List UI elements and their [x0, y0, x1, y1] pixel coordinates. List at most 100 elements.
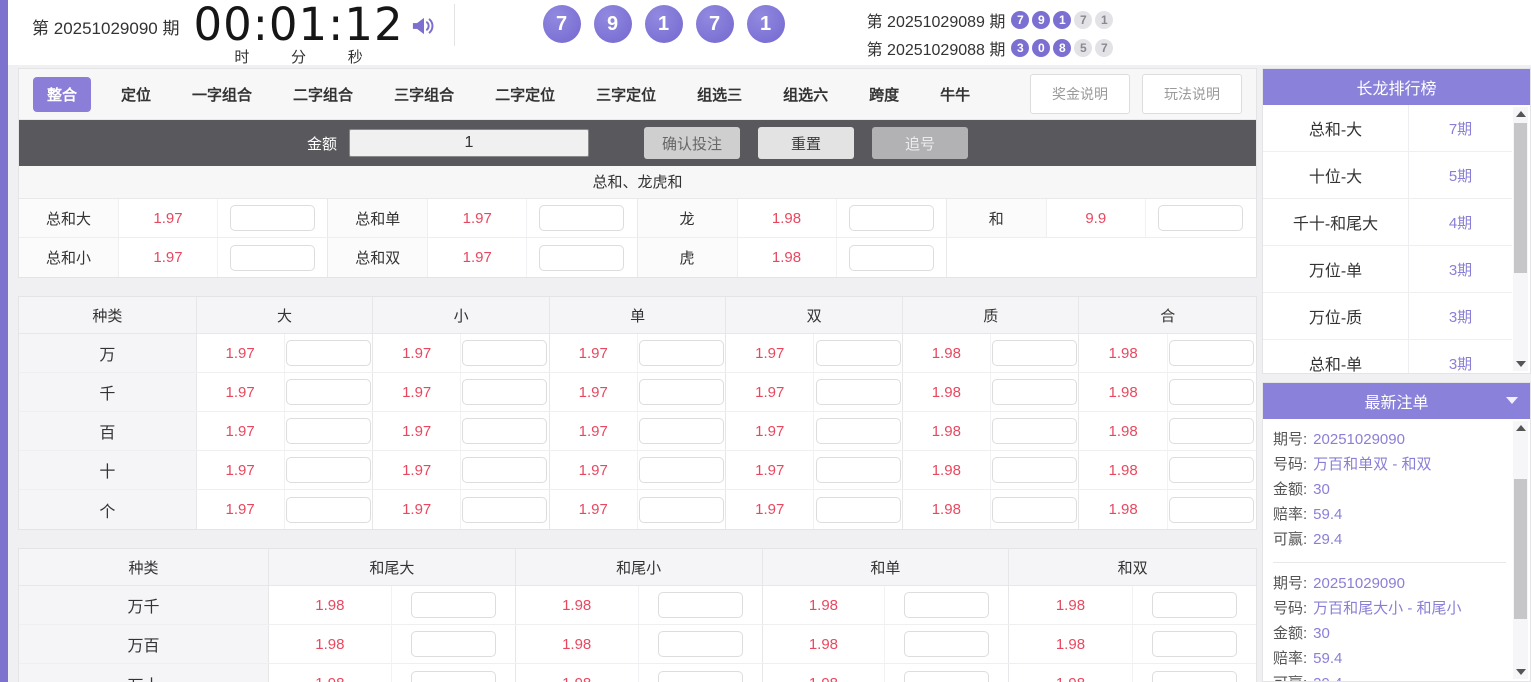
odds-cell: 1.97	[197, 334, 374, 372]
bet-amount-input[interactable]	[1152, 631, 1237, 657]
bet-amount-input[interactable]	[816, 497, 901, 523]
bet-amount-input[interactable]	[462, 340, 547, 366]
bet-amount-input[interactable]	[992, 497, 1077, 523]
bet-amount-input[interactable]	[658, 671, 743, 682]
order-entry: 期号:20251029090号码:万百和尾大小 - 和尾小金额:30赔率:59.…	[1273, 567, 1506, 681]
scroll-down-icon[interactable]	[1513, 665, 1528, 679]
bet-amount-input[interactable]	[904, 592, 989, 618]
bet-amount-input[interactable]	[992, 457, 1077, 483]
tab-跨度[interactable]: 跨度	[867, 77, 901, 112]
bet-amount-input[interactable]	[816, 457, 901, 483]
tab-整合[interactable]: 整合	[33, 77, 91, 112]
scroll-up-icon[interactable]	[1513, 421, 1528, 435]
bet-amount-input[interactable]	[539, 205, 624, 231]
bet-amount-input[interactable]	[230, 245, 315, 271]
scrollbar-thumb[interactable]	[1514, 123, 1527, 273]
prize-info-button[interactable]: 奖金说明	[1030, 74, 1130, 114]
countdown-timer: 00:01:12 时 分 秒	[193, 2, 403, 67]
orders-scrollbar[interactable]	[1513, 421, 1528, 679]
bet-amount-input[interactable]	[286, 418, 371, 444]
bet-amount-input[interactable]	[1169, 418, 1254, 444]
bet-amount-input[interactable]	[462, 418, 547, 444]
tab-牛牛[interactable]: 牛牛	[938, 77, 972, 112]
bet-amount-input[interactable]	[658, 631, 743, 657]
dragon-scrollbar[interactable]	[1513, 107, 1528, 371]
rules-info-button[interactable]: 玩法说明	[1142, 74, 1242, 114]
bet-amount-input[interactable]	[639, 340, 724, 366]
bet-amount-input[interactable]	[1152, 592, 1237, 618]
confirm-bet-button[interactable]: 确认投注	[644, 127, 740, 159]
table-header-row: 种类和尾大和尾小和单和双	[19, 549, 1256, 586]
amount-input[interactable]	[349, 129, 589, 157]
bet-amount-input[interactable]	[1169, 497, 1254, 523]
bet-option-label: 龙	[638, 199, 738, 237]
bet-amount-input[interactable]	[1169, 379, 1254, 405]
bet-amount-input[interactable]	[462, 497, 547, 523]
dragon-rank-row: 万位-质3期	[1263, 293, 1512, 340]
tab-二字定位[interactable]: 二字定位	[493, 77, 557, 112]
bet-amount-input[interactable]	[411, 631, 496, 657]
bet-amount-input[interactable]	[816, 379, 901, 405]
tab-组选六[interactable]: 组选六	[781, 77, 830, 112]
speaker-icon[interactable]	[410, 12, 438, 45]
bet-amount-input[interactable]	[904, 631, 989, 657]
bet-amount-input[interactable]	[411, 592, 496, 618]
sum-row: 总和大1.97总和单1.97龙1.98和9.9	[19, 199, 1256, 238]
scroll-down-icon[interactable]	[1513, 357, 1528, 371]
bet-odds-value: 1.97	[373, 412, 461, 450]
bet-amount-input[interactable]	[1169, 457, 1254, 483]
tab-组选三[interactable]: 组选三	[695, 77, 744, 112]
table-header-row: 种类大小单双质合	[19, 297, 1256, 334]
bet-amount-input[interactable]	[539, 245, 624, 271]
bet-input-cell	[218, 199, 327, 237]
order-separator	[1273, 562, 1506, 563]
odds-cell: 1.98	[516, 664, 763, 682]
order-field-label: 可赢:	[1273, 675, 1307, 681]
bet-amount-input[interactable]	[658, 592, 743, 618]
tab-定位[interactable]: 定位	[119, 77, 153, 112]
scrollbar-thumb[interactable]	[1514, 479, 1527, 619]
table-row: 十1.971.971.971.971.981.98	[19, 451, 1256, 490]
tab-一字组合[interactable]: 一字组合	[190, 77, 254, 112]
bet-odds-value: 1.97	[428, 238, 527, 277]
bet-amount-input[interactable]	[992, 340, 1077, 366]
bet-amount-input[interactable]	[849, 205, 934, 231]
tab-二字组合[interactable]: 二字组合	[291, 77, 355, 112]
bet-amount-input[interactable]	[286, 340, 371, 366]
bet-amount-input[interactable]	[992, 379, 1077, 405]
bet-amount-input[interactable]	[462, 457, 547, 483]
odds-cell: 1.97	[373, 334, 550, 372]
bet-amount-input[interactable]	[849, 245, 934, 271]
tab-三字组合[interactable]: 三字组合	[392, 77, 456, 112]
bet-input-cell	[1133, 625, 1256, 663]
bet-input-cell	[885, 586, 1008, 624]
bet-amount-input[interactable]	[904, 671, 989, 682]
bet-amount-input[interactable]	[462, 379, 547, 405]
bet-amount-input[interactable]	[1169, 340, 1254, 366]
bet-odds-value: 1.98	[269, 664, 392, 682]
history-ball: 9	[1032, 11, 1050, 29]
odds-cell: 1.97	[550, 451, 727, 489]
bet-amount-input[interactable]	[992, 418, 1077, 444]
dragon-streak-count: 3期	[1409, 293, 1512, 339]
bet-amount-input[interactable]	[639, 418, 724, 444]
bet-amount-input[interactable]	[286, 379, 371, 405]
bet-amount-input[interactable]	[286, 497, 371, 523]
bet-amount-input[interactable]	[816, 418, 901, 444]
bet-amount-input[interactable]	[639, 497, 724, 523]
bet-amount-input[interactable]	[286, 457, 371, 483]
chase-number-button[interactable]: 追号	[872, 127, 968, 159]
scroll-up-icon[interactable]	[1513, 107, 1528, 121]
bet-amount-input[interactable]	[816, 340, 901, 366]
bet-amount-input[interactable]	[411, 671, 496, 682]
bet-amount-input[interactable]	[1158, 205, 1243, 231]
tab-三字定位[interactable]: 三字定位	[594, 77, 658, 112]
bet-amount-input[interactable]	[230, 205, 315, 231]
bet-odds-value: 1.98	[903, 334, 991, 372]
bet-amount-input[interactable]	[639, 457, 724, 483]
collapse-caret-icon[interactable]	[1506, 397, 1518, 404]
bet-amount-input[interactable]	[1152, 671, 1237, 682]
reset-button[interactable]: 重置	[758, 127, 854, 159]
bet-amount-input[interactable]	[639, 379, 724, 405]
column-header: 双	[726, 297, 903, 333]
